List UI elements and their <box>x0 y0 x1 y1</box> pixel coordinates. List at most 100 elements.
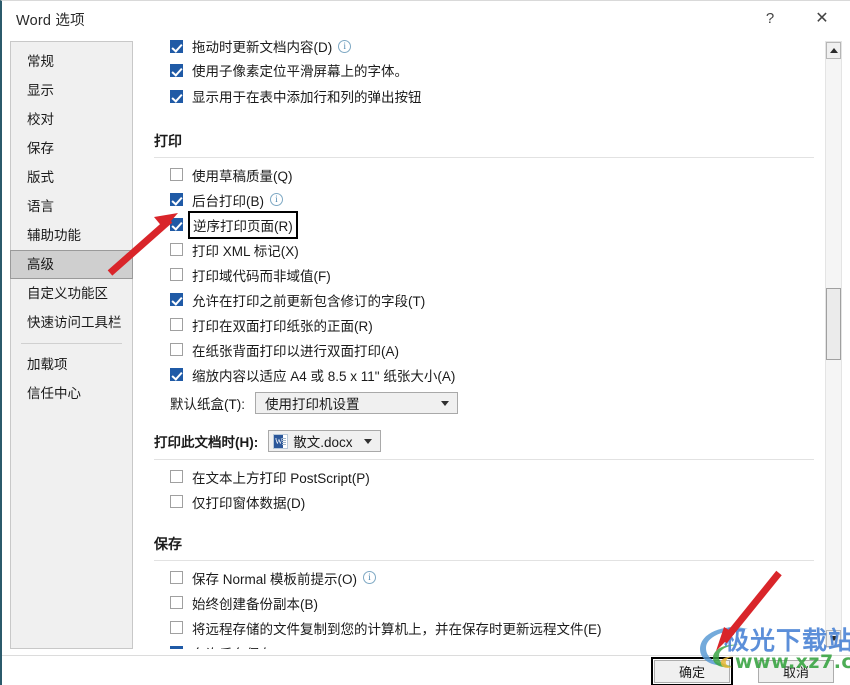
checkbox-row-table-popup-buttons[interactable]: 显示用于在表中添加行和列的弹出按钮 <box>152 83 819 109</box>
checkbox-label: 缩放内容以适应 A4 或 8.5 x 11" 纸张大小(A) <box>192 368 456 384</box>
checkbox-subpixel-smoothing[interactable] <box>170 63 183 77</box>
checkbox-row-reverse-print-order[interactable]: 逆序打印页面(R) <box>152 210 819 239</box>
checkbox-row-print-front-duplex[interactable]: 打印在双面打印纸张的正面(R) <box>152 312 819 337</box>
title-bar: Word 选项 ? ✕ <box>2 1 850 37</box>
sidebar-item-layout[interactable]: 版式 <box>11 163 132 192</box>
checkbox-row-print-xml-tags[interactable]: 打印 XML 标记(X) <box>152 237 819 262</box>
checkbox-row-copy-remote-files[interactable]: 将远程存储的文件复制到您的计算机上，并在保存时更新远程文件(E) <box>152 615 819 640</box>
section-heading-print: 打印 <box>154 133 182 149</box>
paper-tray-value: 使用打印机设置 <box>265 397 360 412</box>
checkbox-row-scale-content[interactable]: 缩放内容以适应 A4 或 8.5 x 11" 纸张大小(A) <box>152 362 819 387</box>
sidebar-item-language[interactable]: 语言 <box>11 192 132 221</box>
checkbox-row-update-while-dragging[interactable]: 拖动时更新文档内容(D) i <box>152 39 819 57</box>
options-sidebar: 常规 显示 校对 保存 版式 语言 辅助功能 高级 自定义功能区 快速访问工具栏… <box>10 41 133 649</box>
checkbox-label: 后台打印(B) <box>192 193 264 209</box>
paper-tray-label: 默认纸盒(T): <box>170 397 245 412</box>
checkbox-reverse-print-order[interactable] <box>170 218 183 231</box>
checkbox-label: 显示用于在表中添加行和列的弹出按钮 <box>192 90 422 105</box>
section-divider <box>154 157 814 158</box>
checkbox-row-print-form-data-only[interactable]: 仅打印窗体数据(D) <box>152 489 819 514</box>
sidebar-item-trust-center[interactable]: 信任中心 <box>11 379 132 408</box>
checkbox-row-subpixel-smoothing[interactable]: 使用子像素定位平滑屏幕上的字体。 <box>152 57 819 83</box>
checkbox-print-field-codes[interactable] <box>170 268 183 281</box>
chevron-down-icon <box>364 439 373 444</box>
checkbox-label: 在纸张背面打印以进行双面打印(A) <box>192 343 399 359</box>
sidebar-item-proofing[interactable]: 校对 <box>11 105 132 134</box>
checkbox-label: 逆序打印页面(R) <box>188 210 298 239</box>
checkbox-label: 打印在双面打印纸张的正面(R) <box>192 318 373 334</box>
checkbox-print-form-data-only[interactable] <box>170 495 183 508</box>
close-button[interactable]: ✕ <box>806 3 838 33</box>
checkbox-label: 拖动时更新文档内容(D) <box>192 40 333 55</box>
checkbox-print-front-duplex[interactable] <box>170 318 183 331</box>
sidebar-item-accessibility[interactable]: 辅助功能 <box>11 221 132 250</box>
checkbox-label: 允许后台保存(A) <box>192 643 291 650</box>
checkbox-row-prompt-save-normal[interactable]: 保存 Normal 模板前提示(O) i <box>152 565 819 590</box>
sidebar-item-quick-access-toolbar[interactable]: 快速访问工具栏 <box>11 308 132 337</box>
options-content-pane: 拖动时更新文档内容(D) i 使用子像素定位平滑屏幕上的字体。 显示用于在表中添… <box>152 39 819 649</box>
sidebar-item-customize-ribbon[interactable]: 自定义功能区 <box>11 279 132 308</box>
cancel-button[interactable]: 取消 <box>758 660 834 683</box>
sidebar-item-general[interactable]: 常规 <box>11 47 132 76</box>
scroll-down-arrow-icon[interactable] <box>826 630 841 647</box>
checkbox-label: 打印域代码而非域值(F) <box>192 268 331 284</box>
content-scrollbar[interactable] <box>825 41 842 648</box>
checkbox-row-update-linked-fields[interactable]: 允许在打印之前更新包含修订的字段(T) <box>152 287 819 312</box>
info-icon[interactable]: i <box>270 193 283 206</box>
scroll-up-arrow-icon[interactable] <box>826 42 841 59</box>
document-value: 散文.docx <box>293 435 353 450</box>
ok-button[interactable]: 确定 <box>651 657 733 685</box>
paper-tray-dropdown[interactable]: 使用打印机设置 <box>255 392 458 414</box>
checkbox-update-while-dragging[interactable] <box>170 39 183 53</box>
word-document-icon <box>273 433 289 449</box>
checkbox-print-back-duplex[interactable] <box>170 343 183 356</box>
checkbox-draft-quality[interactable] <box>170 168 183 181</box>
info-icon[interactable]: i <box>338 39 352 53</box>
checkbox-scale-content[interactable] <box>170 368 183 381</box>
dialog-footer: 确定 取消 <box>2 655 850 685</box>
checkbox-label: 使用子像素定位平滑屏幕上的字体。 <box>192 64 408 79</box>
sidebar-item-save[interactable]: 保存 <box>11 134 132 163</box>
checkbox-prompt-save-normal[interactable] <box>170 571 183 584</box>
checkbox-row-always-backup[interactable]: 始终创建备份副本(B) <box>152 590 819 615</box>
checkbox-label: 在文本上方打印 PostScript(P) <box>192 470 370 486</box>
sidebar-item-display[interactable]: 显示 <box>11 76 132 105</box>
checkbox-label: 使用草稿质量(Q) <box>192 168 293 184</box>
checkbox-update-linked-fields[interactable] <box>170 293 183 306</box>
checkbox-label: 打印 XML 标记(X) <box>192 243 299 259</box>
checkbox-label: 将远程存储的文件复制到您的计算机上，并在保存时更新远程文件(E) <box>192 621 602 637</box>
checkbox-copy-remote-files[interactable] <box>170 621 183 634</box>
paper-tray-field: 默认纸盒(T): 使用打印机设置 <box>152 387 819 419</box>
help-button[interactable]: ? <box>754 3 786 33</box>
checkbox-print-postscript[interactable] <box>170 470 183 483</box>
section-divider <box>154 459 814 460</box>
checkbox-print-xml-tags[interactable] <box>170 243 183 256</box>
print-this-document-field: 打印此文档时(H): 散文.docx <box>152 425 819 457</box>
info-icon[interactable]: i <box>363 571 376 584</box>
checkbox-background-printing[interactable] <box>170 193 183 206</box>
chevron-down-icon <box>441 401 449 406</box>
print-this-document-label: 打印此文档时(H): <box>154 435 259 450</box>
checkbox-row-print-postscript[interactable]: 在文本上方打印 PostScript(P) <box>152 464 819 489</box>
checkbox-row-background-printing[interactable]: 后台打印(B) i <box>152 187 819 212</box>
document-dropdown[interactable]: 散文.docx <box>268 430 382 452</box>
checkbox-row-allow-background-save[interactable]: 允许后台保存(A) <box>152 640 819 649</box>
checkbox-row-print-back-duplex[interactable]: 在纸张背面打印以进行双面打印(A) <box>152 337 819 362</box>
checkbox-always-backup[interactable] <box>170 596 183 609</box>
sidebar-divider <box>21 343 122 344</box>
page-title: Word 选项 <box>16 13 85 29</box>
word-options-dialog: Word 选项 ? ✕ 常规 显示 校对 保存 版式 语言 辅助功能 高级 自定… <box>0 0 850 685</box>
checkbox-label: 仅打印窗体数据(D) <box>192 495 306 511</box>
checkbox-table-popup-buttons[interactable] <box>170 89 183 103</box>
section-heading-save: 保存 <box>154 536 182 552</box>
section-divider <box>154 560 814 561</box>
sidebar-item-addins[interactable]: 加载项 <box>11 350 132 379</box>
sidebar-item-advanced[interactable]: 高级 <box>10 250 133 279</box>
scrollbar-thumb[interactable] <box>826 288 841 360</box>
checkbox-label: 保存 Normal 模板前提示(O) <box>192 571 357 587</box>
checkbox-label: 允许在打印之前更新包含修订的字段(T) <box>192 293 426 309</box>
checkbox-row-draft-quality[interactable]: 使用草稿质量(Q) <box>152 162 819 187</box>
checkbox-row-print-field-codes[interactable]: 打印域代码而非域值(F) <box>152 262 819 287</box>
checkbox-label: 始终创建备份副本(B) <box>192 596 318 612</box>
checkbox-allow-background-save[interactable] <box>170 646 183 649</box>
